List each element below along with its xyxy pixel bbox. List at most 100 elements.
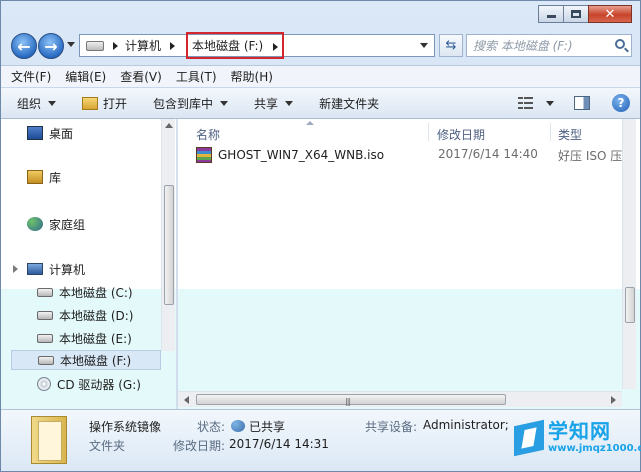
minimize-button[interactable] <box>538 5 564 23</box>
expand-computer-icon[interactable] <box>13 265 18 273</box>
search-input[interactable]: 搜索 本地磁盘 (F:) <box>466 34 632 57</box>
drive-icon <box>37 310 53 320</box>
nav-item-desktop-label: 桌面 <box>49 126 74 141</box>
command-bar: 组织 打开 包含到库中 共享 新建文件夹 ? <box>1 87 640 119</box>
column-header-type[interactable]: 类型 <box>558 126 582 143</box>
organize-button[interactable]: 组织 <box>17 95 57 112</box>
organize-label: 组织 <box>17 96 42 111</box>
view-options-icon[interactable] <box>518 96 534 110</box>
nav-item-libraries-label: 库 <box>49 170 62 185</box>
cd-drive-icon <box>37 377 51 391</box>
nav-pane-scroll-thumb[interactable] <box>164 185 174 305</box>
breadcrumb-drive-f[interactable]: 本地磁盘 (F:) <box>186 32 285 59</box>
nav-item-computer-label: 计算机 <box>49 262 86 277</box>
nav-item-cd-drive-g[interactable]: CD 驱动器 (G:) <box>37 374 141 394</box>
include-in-library-button[interactable]: 包含到库中 <box>153 95 229 112</box>
address-history-dropdown[interactable] <box>420 43 428 48</box>
open-button[interactable]: 打开 <box>82 95 127 112</box>
preview-pane-icon[interactable] <box>574 96 590 110</box>
breadcrumb-computer[interactable]: 计算机 <box>125 37 161 54</box>
menu-bar: 文件(F) 编辑(E) 查看(V) 工具(T) 帮助(H) <box>1 65 640 87</box>
column-divider[interactable] <box>428 123 429 141</box>
nav-item-drive-f[interactable]: 本地磁盘 (F:) <box>11 350 161 370</box>
nav-item-computer[interactable]: 计算机 <box>27 259 85 279</box>
explorer-window: ✕ ← → 计算机 本地磁盘 (F:) ⇆ 搜索 本地磁盘 (F:) 文件(F)… <box>0 0 641 472</box>
close-button[interactable]: ✕ <box>588 5 632 23</box>
navigation-row: ← → 计算机 本地磁盘 (F:) ⇆ 搜索 本地磁盘 (F:) <box>9 31 632 61</box>
arrow-left-icon: ← <box>17 36 31 56</box>
menu-view[interactable]: 查看(V) <box>120 68 162 85</box>
column-headers: 名称 修改日期 类型 <box>178 119 640 145</box>
archive-file-icon <box>196 147 212 163</box>
nav-item-drive-f-label: 本地磁盘 (F:) <box>60 353 132 368</box>
nav-item-drive-c[interactable]: 本地磁盘 (C:) <box>37 282 133 302</box>
sort-ascending-icon <box>306 121 314 125</box>
breadcrumb-separator-icon[interactable] <box>273 42 279 51</box>
refresh-icon: ⇆ <box>445 38 457 53</box>
grip-icon: ||| <box>345 397 351 406</box>
column-divider[interactable] <box>550 123 551 141</box>
nav-pane-scrollbar[interactable] <box>161 119 175 351</box>
address-bar[interactable]: 计算机 本地磁盘 (F:) <box>79 32 435 59</box>
menu-tools[interactable]: 工具(T) <box>176 68 217 85</box>
new-folder-button[interactable]: 新建文件夹 <box>319 95 379 112</box>
breadcrumb-drive-f-label: 本地磁盘 (F:) <box>192 39 264 53</box>
horizontal-scroll-thumb[interactable]: ||| <box>196 394 506 406</box>
details-status-value: 已共享 <box>249 420 286 434</box>
nav-item-drive-e-label: 本地磁盘 (E:) <box>59 331 132 346</box>
forward-button[interactable]: → <box>38 33 64 59</box>
share-label: 共享 <box>254 96 279 111</box>
nav-item-drive-d-label: 本地磁盘 (D:) <box>59 308 134 323</box>
breadcrumb-separator-icon[interactable] <box>113 41 118 50</box>
new-folder-label: 新建文件夹 <box>319 96 380 111</box>
column-header-name[interactable]: 名称 <box>196 126 220 143</box>
nav-item-homegroup[interactable]: 家庭组 <box>27 214 85 234</box>
details-shared-with-label: 共享设备: <box>365 420 418 434</box>
column-header-date[interactable]: 修改日期 <box>437 126 485 143</box>
details-modified-value: 2017/6/14 14:31 <box>229 437 329 451</box>
watermark-title: 学知网 <box>548 419 611 443</box>
drive-icon <box>37 333 53 343</box>
details-name: 操作系统镜像 <box>89 420 162 434</box>
libraries-icon <box>27 170 43 184</box>
file-list: 名称 修改日期 类型 GHOST_WIN7_X64_WNB.iso 2017/6… <box>178 119 640 409</box>
nav-item-cd-drive-g-label: CD 驱动器 (G:) <box>57 377 141 392</box>
back-button[interactable]: ← <box>11 33 37 59</box>
file-list-horizontal-scrollbar[interactable]: ||| <box>178 391 622 407</box>
scroll-up-icon[interactable] <box>165 123 173 128</box>
caption-buttons: ✕ <box>538 5 632 23</box>
vertical-scroll-thumb[interactable] <box>625 287 635 323</box>
share-button[interactable]: 共享 <box>254 95 294 112</box>
details-modified-label: 修改日期: <box>173 439 226 453</box>
arrow-right-icon: → <box>44 36 58 56</box>
folder-open-icon <box>82 96 99 110</box>
navigation-pane: 桌面 库 家庭组 计算机 本地磁盘 (C:) 本地磁盘 (D:) 本地磁盘 (E… <box>1 119 177 409</box>
nav-item-drive-e[interactable]: 本地磁盘 (E:) <box>37 328 132 348</box>
chevron-down-icon <box>48 100 57 106</box>
menu-edit[interactable]: 编辑(E) <box>65 68 106 85</box>
refresh-button[interactable]: ⇆ <box>439 34 463 57</box>
chevron-down-icon[interactable] <box>546 100 554 106</box>
search-icon[interactable] <box>615 39 625 49</box>
file-row[interactable]: GHOST_WIN7_X64_WNB.iso <box>196 146 384 164</box>
nav-item-libraries[interactable]: 库 <box>27 167 61 187</box>
watermark-url: www.jmqz1000.com <box>548 443 641 454</box>
nav-item-drive-d[interactable]: 本地磁盘 (D:) <box>37 305 133 325</box>
maximize-button[interactable] <box>563 5 589 23</box>
scroll-left-icon[interactable] <box>184 396 189 404</box>
open-label: 打开 <box>103 96 128 111</box>
menu-file[interactable]: 文件(F) <box>11 68 51 85</box>
include-in-library-label: 包含到库中 <box>153 96 214 111</box>
file-list-vertical-scrollbar[interactable] <box>622 119 636 389</box>
scroll-right-icon[interactable] <box>611 396 616 404</box>
nav-item-drive-c-label: 本地磁盘 (C:) <box>59 285 133 300</box>
menu-help[interactable]: 帮助(H) <box>231 68 273 85</box>
help-icon[interactable]: ? <box>612 94 630 112</box>
homegroup-icon <box>27 217 43 231</box>
recent-pages-dropdown[interactable] <box>67 42 75 47</box>
breadcrumb-separator-icon[interactable] <box>170 41 176 50</box>
minimize-icon <box>546 15 556 18</box>
details-kind: 文件夹 <box>89 439 126 453</box>
details-pane: 操作系统镜像 文件夹 状态: 已共享 修改日期: 2017/6/14 14:31… <box>1 409 641 471</box>
nav-item-desktop[interactable]: 桌面 <box>27 123 73 143</box>
